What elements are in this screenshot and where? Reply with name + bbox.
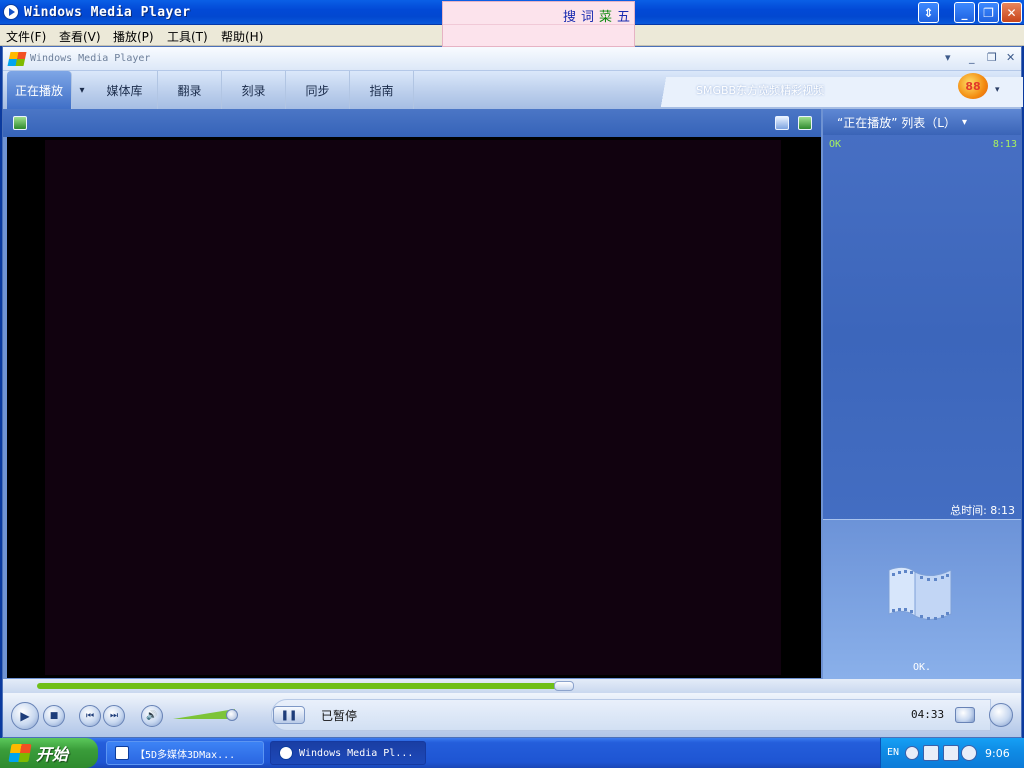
- menu-tools[interactable]: 工具(T): [167, 28, 208, 45]
- player-menu-dropdown[interactable]: ▾: [945, 51, 951, 64]
- browser-icon: [115, 746, 129, 760]
- seek-thumb[interactable]: [554, 681, 574, 691]
- taskbar-item-media-player[interactable]: Windows Media Pl...: [270, 741, 426, 765]
- compact-mode-icon[interactable]: [955, 707, 975, 723]
- media-player: Windows Media Player ▾ _ ❐ ✕ 正在播放 ▾ 媒体库 …: [2, 46, 1023, 738]
- taskbar-item-label: 【5D多媒体3DMax...: [135, 749, 236, 761]
- ime-candidate-box: 搜 词 菜 五: [442, 1, 635, 47]
- playlist-pane: “正在播放” 列表（L） ▾ OK 8:13 总时间: 8:13 OK.: [823, 109, 1021, 679]
- windows-logo-icon: [8, 744, 32, 762]
- taskbar: 开始 【5D多媒体3DMax... Windows Media Pl... EN…: [0, 738, 1024, 768]
- player-title: Windows Media Player: [30, 53, 151, 64]
- film-icon: [888, 566, 952, 620]
- playlist-item[interactable]: OK 8:13: [829, 139, 1017, 150]
- tab-now-playing[interactable]: 正在播放: [7, 71, 72, 109]
- player-close-button[interactable]: ✕: [1006, 51, 1015, 64]
- album-art-area: OK.: [823, 519, 1021, 679]
- stop-button[interactable]: ■: [43, 705, 65, 727]
- playlist-dropdown-icon[interactable]: ▾: [962, 117, 967, 128]
- menu-file[interactable]: 文件(F): [6, 28, 46, 45]
- tab-guide[interactable]: 指南: [350, 71, 414, 109]
- show-menu-icon[interactable]: [13, 116, 27, 130]
- taskbar-item-label: Windows Media Pl...: [299, 747, 414, 759]
- tab-rip[interactable]: 翻录: [158, 71, 222, 109]
- ime-word[interactable]: 词: [581, 6, 594, 25]
- ime-wubi[interactable]: 五: [617, 6, 630, 25]
- playback-controls: ▶ ■ ⏮ ⏭ 🔊 ❚❚ 已暂停 04:33: [3, 693, 1021, 737]
- restore-button[interactable]: ❐: [978, 2, 999, 23]
- tab-burn[interactable]: 刻录: [222, 71, 286, 109]
- display-icon[interactable]: [943, 745, 959, 761]
- playback-status: 已暂停: [321, 709, 358, 723]
- play-button[interactable]: ▶: [11, 702, 39, 730]
- player-titlebar[interactable]: Windows Media Player ▾ _ ❐ ✕: [3, 47, 1021, 71]
- menu-view[interactable]: 查看(V): [59, 28, 101, 45]
- seek-bar[interactable]: [3, 679, 1021, 693]
- tab-library[interactable]: 媒体库: [92, 71, 158, 109]
- minimize-button[interactable]: _: [954, 2, 975, 23]
- skin-mode-icon[interactable]: [989, 703, 1013, 727]
- help-button[interactable]: ⇕: [918, 2, 939, 23]
- language-indicator[interactable]: EN: [887, 747, 899, 758]
- media-player-app-icon[interactable]: [3, 4, 19, 20]
- window-title: Windows Media Player: [24, 5, 191, 20]
- wmp-logo-icon: [7, 52, 27, 66]
- next-button[interactable]: ⏭: [103, 705, 125, 727]
- desktop: Windows Media Player ⇕ _ ❐ ✕ 文件(F) 查看(V)…: [0, 0, 1024, 768]
- pause-button[interactable]: ❚❚: [273, 706, 305, 724]
- store-dropdown-icon[interactable]: ▾: [995, 85, 1000, 95]
- video-frame: [45, 140, 781, 675]
- video-toolbar: [3, 109, 821, 137]
- media-player-icon: [279, 746, 293, 760]
- elapsed-time: 04:33: [911, 708, 945, 721]
- player-restore-button[interactable]: ❐: [987, 51, 997, 64]
- seek-progress: [37, 683, 572, 689]
- playlist-item-title: OK: [829, 139, 842, 150]
- ime-search[interactable]: 搜: [563, 6, 576, 25]
- status-panel: [271, 699, 991, 731]
- tray-collapse-icon[interactable]: [905, 746, 919, 760]
- ime-divider: [443, 24, 634, 25]
- album-art-label: OK.: [912, 662, 932, 673]
- close-button[interactable]: ✕: [1001, 2, 1022, 23]
- view-options-icon[interactable]: [775, 116, 789, 130]
- playlist-total-time: 总时间: 8:13: [950, 504, 1015, 517]
- online-store-label[interactable]: SMGBB东方宽频精彩视频: [696, 82, 824, 98]
- volume-tray-icon[interactable]: [961, 745, 977, 761]
- previous-button[interactable]: ⏮: [79, 705, 101, 727]
- mute-button[interactable]: 🔊: [141, 705, 163, 727]
- network-icon[interactable]: [923, 745, 939, 761]
- player-minimize-button[interactable]: _: [969, 51, 975, 64]
- ime-toolbar: 搜 词 菜 五: [563, 6, 630, 25]
- menu-play[interactable]: 播放(P): [113, 28, 154, 45]
- playlist-item-duration: 8:13: [992, 139, 1017, 150]
- ime-menu[interactable]: 菜: [599, 6, 612, 25]
- start-button[interactable]: 开始: [0, 738, 98, 768]
- feature-taskbar: 正在播放 ▾ 媒体库 翻录 刻录 同步 指南 SMGBB东方宽频精彩视频 88 …: [3, 71, 1023, 109]
- video-area[interactable]: [7, 137, 821, 678]
- clock[interactable]: 9:06: [985, 747, 1010, 760]
- store-logo-icon[interactable]: 88: [958, 73, 988, 99]
- system-tray: EN 9:06: [880, 738, 1024, 768]
- taskbar-item-3dmax[interactable]: 【5D多媒体3DMax...: [106, 741, 264, 765]
- now-playing-dropdown[interactable]: ▾: [72, 71, 92, 109]
- volume-slider[interactable]: [226, 709, 238, 721]
- start-label: 开始: [36, 745, 69, 764]
- menu-help[interactable]: 帮助(H): [221, 28, 263, 45]
- playlist-header-label: “正在播放” 列表（L）: [837, 115, 956, 130]
- playlist-header[interactable]: “正在播放” 列表（L） ▾: [823, 109, 1021, 135]
- fullscreen-icon[interactable]: [798, 116, 812, 130]
- tab-sync[interactable]: 同步: [286, 71, 350, 109]
